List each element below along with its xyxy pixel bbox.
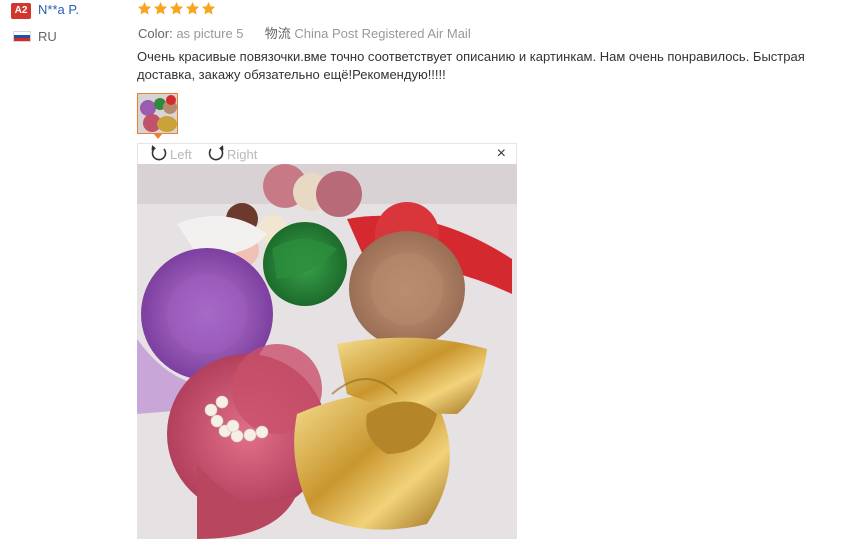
review-photo [137,164,517,539]
rotate-right-icon [205,143,227,166]
review-photo-thumbnail[interactable] [137,93,178,134]
review-text: Очень красивые повязочки.вме точно соотв… [137,49,805,82]
close-icon[interactable]: × [497,146,506,162]
star-icon [169,1,184,15]
star-icon [201,1,216,15]
viewer-toolbar: Left Right × [137,143,517,165]
order-info: Color: as picture 5 物流 China Post Regist… [138,23,471,42]
star-rating [137,1,216,16]
rotate-left-button[interactable]: Left [148,144,192,164]
star-icon [185,1,200,15]
reviewer-name[interactable]: N**a P. [38,2,79,17]
color-value: as picture 5 [176,26,244,41]
thumbnail-active-indicator [153,133,163,139]
rotate-left-icon [148,143,170,166]
user-level-badge: A2 [11,3,31,19]
photo-viewer: Left Right × [137,143,517,539]
shipping-value: China Post Registered Air Mail [294,26,471,41]
rotate-right-button[interactable]: Right [205,144,257,164]
reviewer-country: RU [38,29,57,44]
star-icon [137,1,152,15]
color-label: Color: [138,26,173,41]
shipping-label: 物流 [264,26,291,41]
rotate-right-label: Right [227,146,258,162]
star-icon [153,1,168,15]
russia-flag-icon [13,31,31,42]
rotate-left-label: Left [170,146,192,162]
